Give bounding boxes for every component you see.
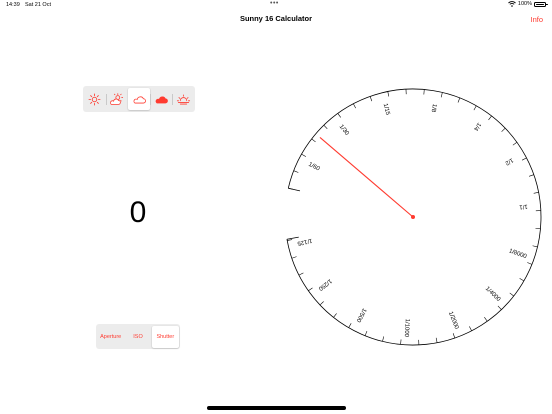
dial-tick bbox=[440, 92, 443, 98]
dial-label: 1/15 bbox=[382, 103, 391, 116]
status-time: 14:39 bbox=[6, 2, 20, 8]
mode-segmented-control[interactable]: Aperture ISO Shutter bbox=[96, 324, 180, 349]
mode-option-iso[interactable]: ISO bbox=[124, 326, 151, 348]
dial-tick bbox=[488, 115, 492, 121]
dial-tick bbox=[348, 323, 352, 328]
dial-tick bbox=[528, 174, 534, 177]
mode-option-shutter[interactable]: Shutter bbox=[151, 325, 179, 348]
dial-label: 1/8 bbox=[429, 103, 437, 113]
dial-label: 1/1 bbox=[518, 203, 528, 210]
dial-tick bbox=[521, 157, 527, 161]
dial-pointer[interactable] bbox=[319, 137, 414, 218]
dial-tick bbox=[337, 113, 341, 118]
dial-tick bbox=[301, 153, 306, 157]
dial-tick bbox=[382, 336, 385, 342]
dial-tick bbox=[387, 91, 390, 97]
dial-hub bbox=[411, 215, 415, 219]
weather-option-overcast[interactable] bbox=[150, 88, 172, 110]
dial-tick bbox=[298, 272, 304, 276]
dial-label: 1/1000 bbox=[403, 318, 410, 337]
dial-tick bbox=[291, 256, 297, 259]
dial-label: 1/4000 bbox=[484, 286, 502, 304]
dial-tick bbox=[308, 287, 313, 292]
dial-tick bbox=[533, 192, 539, 194]
dial-arc-end bbox=[286, 236, 299, 240]
weather-option-sunset[interactable] bbox=[173, 88, 195, 110]
weather-option-cloudy[interactable] bbox=[128, 88, 150, 110]
sunset-icon bbox=[176, 94, 190, 104]
dial-tick bbox=[452, 333, 456, 339]
dial-tick bbox=[369, 96, 373, 102]
dial-tick bbox=[469, 326, 472, 331]
dial-label: 1/60 bbox=[307, 162, 321, 173]
dial-tick bbox=[353, 103, 356, 109]
dial-label: 1/500 bbox=[354, 307, 367, 324]
home-indicator[interactable] bbox=[207, 406, 346, 410]
status-indicators: 100% bbox=[508, 1, 548, 7]
dial-tick bbox=[323, 124, 328, 129]
dial-tick bbox=[532, 245, 538, 248]
dial-tick bbox=[319, 301, 324, 306]
dial-tick bbox=[509, 292, 514, 297]
dial-tick bbox=[435, 337, 438, 343]
partly-cloudy-icon bbox=[110, 92, 124, 105]
overcast-icon bbox=[155, 96, 168, 103]
weather-segmented-control[interactable] bbox=[83, 86, 195, 112]
battery-percent: 100% bbox=[517, 1, 532, 7]
battery-icon bbox=[534, 1, 548, 7]
dial-tick bbox=[527, 262, 533, 265]
dial-tick bbox=[311, 138, 316, 143]
dial-tick bbox=[512, 142, 518, 146]
mode-option-aperture[interactable]: Aperture bbox=[97, 326, 124, 348]
dial-label: 1/8000 bbox=[508, 248, 528, 260]
cloudy-icon bbox=[133, 95, 146, 103]
shutter-dial[interactable]: 1/60 1/30 1/15 1/8 1/4 1/2 1/1 1/8000 1/4000 1/20… bbox=[270, 73, 552, 355]
dial-tick bbox=[473, 105, 477, 111]
dial-label: 1/4 bbox=[472, 121, 482, 132]
page-title: Sunny 16 Calculator bbox=[239, 14, 313, 23]
dial-tick bbox=[457, 97, 461, 103]
dial-label: 1/2 bbox=[503, 156, 514, 166]
dial-tick bbox=[293, 170, 299, 173]
multitasking-dots[interactable]: ••• bbox=[270, 0, 279, 7]
result-value: 0 bbox=[129, 196, 147, 229]
dial-tick bbox=[287, 239, 293, 241]
dial-label: 1/2000 bbox=[447, 311, 460, 331]
dial-tick bbox=[364, 330, 368, 336]
status-date: Sat 21 Oct bbox=[25, 2, 51, 8]
dial-label: 1/250 bbox=[316, 277, 332, 291]
dial-arc-end bbox=[288, 187, 301, 192]
wifi-icon bbox=[508, 1, 516, 7]
weather-option-sunny[interactable] bbox=[84, 88, 106, 110]
sunny-icon bbox=[88, 93, 101, 105]
dial-label: 1/30 bbox=[338, 124, 350, 137]
dial-tick bbox=[519, 278, 525, 282]
dial-tick bbox=[501, 127, 506, 132]
dial-labels: 1/60 1/30 1/15 1/8 1/4 1/2 1/1 1/8000 1/4000 1/20… bbox=[296, 103, 528, 338]
dial-label: 1/125 bbox=[296, 237, 313, 246]
info-button[interactable]: Info bbox=[530, 15, 543, 24]
dial-tick bbox=[333, 313, 337, 318]
dial-tick bbox=[497, 305, 502, 310]
dial-tick bbox=[484, 317, 488, 322]
weather-option-partly-cloudy[interactable] bbox=[106, 88, 128, 110]
